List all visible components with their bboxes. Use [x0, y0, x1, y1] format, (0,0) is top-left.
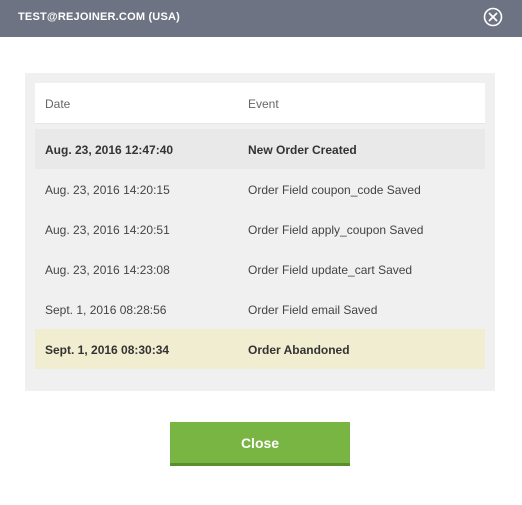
row-event: Order Field update_cart Saved	[248, 263, 413, 277]
row-event: Order Field coupon_code Saved	[248, 183, 421, 197]
row-date: Sept. 1, 2016 08:30:34	[45, 343, 170, 357]
table-row: Aug. 23, 2016 14:23:08 Order Field updat…	[35, 249, 485, 289]
table-header: Date Event	[35, 83, 485, 124]
row-event: New Order Created	[248, 143, 357, 157]
row-date: Aug. 23, 2016 12:47:40	[45, 143, 174, 157]
event-panel: Date Event Aug. 23, 2016 12:47:40 New Or…	[25, 73, 495, 391]
table-row: Aug. 23, 2016 12:47:40 New Order Created	[35, 129, 485, 169]
close-icon[interactable]	[483, 7, 503, 27]
row-date: Aug. 23, 2016 14:20:51	[45, 223, 170, 237]
row-date: Sept. 1, 2016 08:28:56	[45, 303, 167, 317]
row-date: Aug. 23, 2016 14:23:08	[45, 263, 170, 277]
column-header-event: Event	[248, 97, 279, 111]
table-row: Aug. 23, 2016 14:20:15 Order Field coupo…	[35, 169, 485, 209]
table-row: Aug. 23, 2016 14:20:51 Order Field apply…	[35, 209, 485, 249]
event-table: Date Event Aug. 23, 2016 12:47:40 New Or…	[35, 83, 485, 369]
modal-header: TEST@REJOINER.COM (USA)	[0, 0, 522, 37]
modal-title: TEST@REJOINER.COM (USA)	[18, 11, 180, 23]
table-row: Sept. 1, 2016 08:28:56 Order Field email…	[35, 289, 485, 329]
table-row-highlighted: Sept. 1, 2016 08:30:34 Order Abandoned	[35, 329, 485, 369]
column-header-date: Date	[45, 97, 71, 111]
row-date: Aug. 23, 2016 14:20:15	[45, 183, 170, 197]
close-button[interactable]: Close	[170, 422, 350, 466]
row-event: Order Field email Saved	[248, 303, 378, 317]
row-event: Order Field apply_coupon Saved	[248, 223, 424, 237]
row-event: Order Abandoned	[248, 343, 350, 357]
table-body: Aug. 23, 2016 12:47:40 New Order Created…	[35, 129, 485, 369]
